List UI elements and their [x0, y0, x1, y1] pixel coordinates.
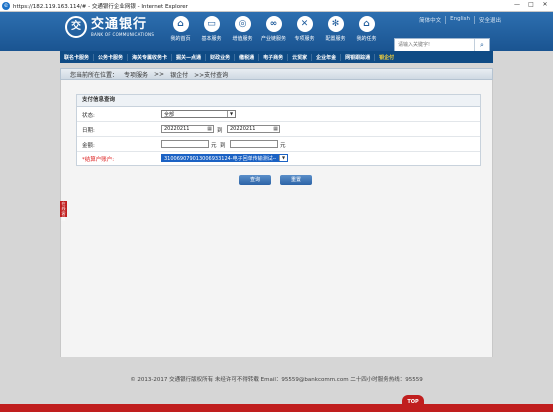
- nav-supply-chain[interactable]: ∞ 产业链服务: [258, 16, 289, 42]
- bank-logo[interactable]: 交 交通银行 BANK OF COMMUNICATIONS: [65, 16, 154, 38]
- nav-config-services[interactable]: ✻ 配置服务: [320, 16, 351, 42]
- lang-zh-link[interactable]: 简体中文: [415, 16, 447, 24]
- window-titlebar: e https://182.119.163.114/# - 交通银行企业网银 -…: [0, 0, 553, 12]
- top-links: 简体中文 English 安全退出: [415, 16, 505, 24]
- amount-min-input[interactable]: [161, 140, 209, 148]
- date-row: 日期: 20220211 ▦ 到 20220211 ▦: [77, 122, 480, 137]
- home-task-icon: ⌂: [358, 16, 375, 32]
- amount-unit: 元: [211, 143, 217, 149]
- calendar-icon[interactable]: ▦: [207, 126, 212, 133]
- menu-item[interactable]: 网银跟踪通: [341, 53, 376, 61]
- nav-label: 产业链服务: [260, 36, 286, 42]
- nav-home[interactable]: ⌂ 我的首页: [165, 16, 196, 42]
- nav-label: 配置服务: [325, 36, 346, 42]
- account-value: 310069079013006933124-电子回单传输测试--: [164, 156, 277, 162]
- nav-label: 我的首页: [170, 36, 191, 42]
- main-nav: ⌂ 我的首页 ▭ 基本服务 ◎ 增值服务 ∞ 产业链服务 ✕ 专项服务 ✻ 配置服务 ⌂ 我的…: [165, 16, 382, 42]
- status-label: 状态:: [82, 113, 95, 119]
- menu-item[interactable]: 财政业务: [206, 53, 236, 61]
- breadcrumb-item[interactable]: 银企付: [170, 70, 188, 79]
- swirl-icon: ◎: [234, 16, 251, 32]
- date-to-input[interactable]: 20220211 ▦: [227, 125, 280, 133]
- nav-basic-services[interactable]: ▭ 基本服务: [196, 16, 227, 42]
- bank-logo-icon: 交: [65, 16, 87, 38]
- nav-label: 基本服务: [201, 36, 222, 42]
- amount-row: 金额: 元 到 元: [77, 137, 480, 152]
- close-icon[interactable]: ✕: [539, 1, 551, 9]
- amount-max-input[interactable]: [230, 140, 278, 148]
- minimize-icon[interactable]: —: [511, 1, 523, 9]
- bottom-bar: [0, 404, 553, 412]
- home-icon: ⌂: [172, 16, 189, 32]
- nav-value-added[interactable]: ◎ 增值服务: [227, 16, 258, 42]
- nav-label: 专项服务: [294, 36, 315, 42]
- breadcrumb-label: 您当前所在位置：: [70, 71, 119, 79]
- nav-special-services[interactable]: ✕ 专项服务: [289, 16, 320, 42]
- status-value: 全部: [164, 112, 175, 118]
- online-service-tab[interactable]: 在线客服: [60, 201, 67, 221]
- nav-my-tasks[interactable]: ⌂ 我的任务: [351, 16, 382, 42]
- chevron-down-icon: ▼: [279, 155, 287, 161]
- menu-item[interactable]: 掘关—点通: [172, 53, 207, 61]
- search-icon[interactable]: ⌕: [474, 39, 489, 51]
- amount-range-sep: 到: [220, 143, 226, 149]
- menu-item[interactable]: 缴税通: [235, 53, 260, 61]
- query-button[interactable]: 查询: [239, 175, 271, 185]
- date-from-value: 20220211: [164, 126, 190, 132]
- account-label: *结算户账户:: [82, 155, 114, 163]
- nav-label: 增值服务: [232, 36, 253, 42]
- monitor-icon: ▭: [203, 16, 220, 32]
- chevron-down-icon: ▼: [227, 111, 235, 117]
- logout-link[interactable]: 安全退出: [475, 16, 505, 24]
- breadcrumb-item[interactable]: 专项服务: [124, 70, 148, 79]
- back-to-top-button[interactable]: TOP: [402, 395, 424, 407]
- status-row: 状态: 全部 ▼: [77, 107, 480, 122]
- menu-item-active[interactable]: 银企付: [375, 54, 398, 61]
- bank-name-en: BANK OF COMMUNICATIONS: [91, 31, 155, 37]
- amount-unit: 元: [280, 143, 286, 149]
- nav-label: 我的任务: [356, 36, 377, 42]
- breadcrumb: 您当前所在位置： 专项服务 >> 银企付 >>支付查询: [60, 68, 493, 80]
- account-row: *结算户账户: 310069079013006933124-电子回单传输测试--…: [77, 151, 480, 165]
- breadcrumb-current: >>支付查询: [194, 71, 229, 79]
- menu-item[interactable]: 企业年金: [312, 53, 342, 61]
- site-header: 交 交通银行 BANK OF COMMUNICATIONS ⌂ 我的首页 ▭ 基本服…: [0, 12, 553, 52]
- query-panel: 支付信息查询 状态: 全部 ▼ 日期: 20220211 ▦ 到 2022021…: [76, 94, 481, 166]
- bank-name-cn: 交通银行: [91, 16, 148, 32]
- maximize-icon[interactable]: □: [525, 1, 537, 9]
- menu-item[interactable]: 电子商务: [259, 53, 289, 61]
- menu-item[interactable]: 联名卡服务: [60, 53, 95, 61]
- menu-item[interactable]: 云贸家: [288, 53, 313, 61]
- footer-copyright: © 2013-2017 交通银行版权所有 未经许可不得转载 Email：9555…: [130, 377, 423, 383]
- date-range-sep: 到: [217, 128, 223, 134]
- search-input[interactable]: [395, 39, 468, 50]
- calendar-icon[interactable]: ▦: [273, 126, 278, 133]
- amount-label: 金额:: [82, 143, 95, 149]
- date-label: 日期:: [82, 128, 95, 134]
- link-icon: ∞: [265, 16, 282, 32]
- gear-icon: ✻: [327, 16, 344, 32]
- status-select[interactable]: 全部 ▼: [161, 110, 236, 118]
- main-content: 支付信息查询 状态: 全部 ▼ 日期: 20220211 ▦ 到 2022021…: [60, 80, 493, 357]
- sub-menu: 联名卡服务 公务卡服务 海关专属收务卡 掘关—点通 财政业务 缴税通 电子商务 …: [60, 51, 493, 63]
- menu-item[interactable]: 海关专属收务卡: [128, 53, 173, 61]
- lang-en-link[interactable]: English: [446, 16, 475, 24]
- panel-title: 支付信息查询: [77, 95, 480, 107]
- window-title: https://182.119.163.114/# - 交通银行企业网银 - I…: [13, 3, 188, 10]
- account-label-text: *结算户账户:: [82, 157, 115, 163]
- search-box: ⌕: [394, 38, 490, 52]
- reset-button[interactable]: 重置: [280, 175, 312, 185]
- breadcrumb-sep: >>: [154, 70, 165, 78]
- account-select[interactable]: 310069079013006933124-电子回单传输测试-- ▼: [161, 154, 288, 162]
- menu-item[interactable]: 公务卡服务: [94, 53, 129, 61]
- window-controls: — □ ✕: [511, 1, 551, 9]
- date-to-value: 20220211: [230, 126, 256, 132]
- ie-icon: e: [2, 1, 10, 10]
- date-from-input[interactable]: 20220211 ▦: [161, 125, 214, 133]
- tools-icon: ✕: [296, 16, 313, 32]
